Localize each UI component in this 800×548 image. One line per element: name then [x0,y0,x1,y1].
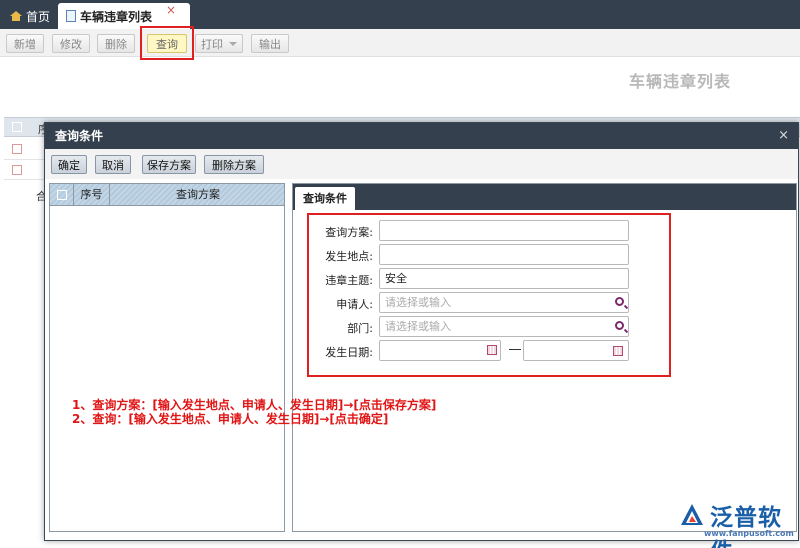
tab-home[interactable]: 首页 [4,3,56,29]
row-checkbox[interactable] [12,144,22,154]
chevron-down-icon [229,41,237,46]
delete-scheme-button[interactable]: 删除方案 [204,155,264,174]
query-highlight-box [140,26,194,60]
scheme-list-panel: 序号 查询方案 [49,183,285,532]
edit-button[interactable]: 修改 [52,34,90,53]
add-button[interactable]: 新增 [6,34,44,53]
tab-home-label: 首页 [26,9,51,24]
export-button[interactable]: 输出 [251,34,289,53]
dialog-header: 查询条件 × [45,123,798,149]
header-checkbox-cell [50,184,74,206]
instruction-line-2: 2、查询：[输入发生地点、申请人、发生日期]→[点击确定] [72,412,389,426]
dialog-toolbar: 确定 取消 保存方案 删除方案 [45,149,798,179]
tab-query-conditions[interactable]: 查询条件 [295,187,355,210]
print-button-label: 打印 [201,37,223,51]
instruction-line-1: 1、查询方案：[输入发生地点、申请人、发生日期]→[点击保存方案] [72,398,437,412]
scheme-list-header: 序号 查询方案 [50,184,284,206]
table-row [4,140,44,160]
document-icon [66,10,76,22]
fanpusoft-logo: 泛普软件 www.fanpusoft.com [674,496,798,548]
instructions: 1、查询方案：[输入发生地点、申请人、发生日期]→[点击保存方案] 2、查询：[… [72,398,436,426]
close-icon[interactable]: × [166,3,176,17]
page-title: 车辆违章列表 [628,72,731,91]
logo-url: www.fanpusoft.com [704,529,794,538]
delete-button[interactable]: 删除 [97,34,135,53]
row-checkbox[interactable] [12,165,22,175]
column-header-index: 序号 [74,184,110,206]
close-icon[interactable]: × [778,123,789,149]
ok-button[interactable]: 确定 [51,155,87,174]
dialog-title: 查询条件 [55,129,104,143]
save-scheme-button[interactable]: 保存方案 [142,155,196,174]
column-header-scheme: 查询方案 [176,188,220,201]
conditions-tab-bar: 查询条件 [293,184,796,210]
table-row [4,160,44,180]
tab-bar: 首页 车辆违章列表 × [0,0,800,29]
logo-mark-icon [681,504,703,525]
header-checkbox[interactable] [57,190,67,200]
home-icon [10,11,22,21]
conditions-highlight-box [307,213,671,377]
background-header-checkbox[interactable] [12,122,22,132]
tab-active-label: 车辆违章列表 [80,9,153,24]
logo-text: 泛普软件 [710,505,782,548]
cancel-button[interactable]: 取消 [95,155,131,174]
print-button[interactable]: 打印 [195,34,243,53]
main-toolbar: 新增 修改 删除 查询 打印 输出 [0,29,800,57]
